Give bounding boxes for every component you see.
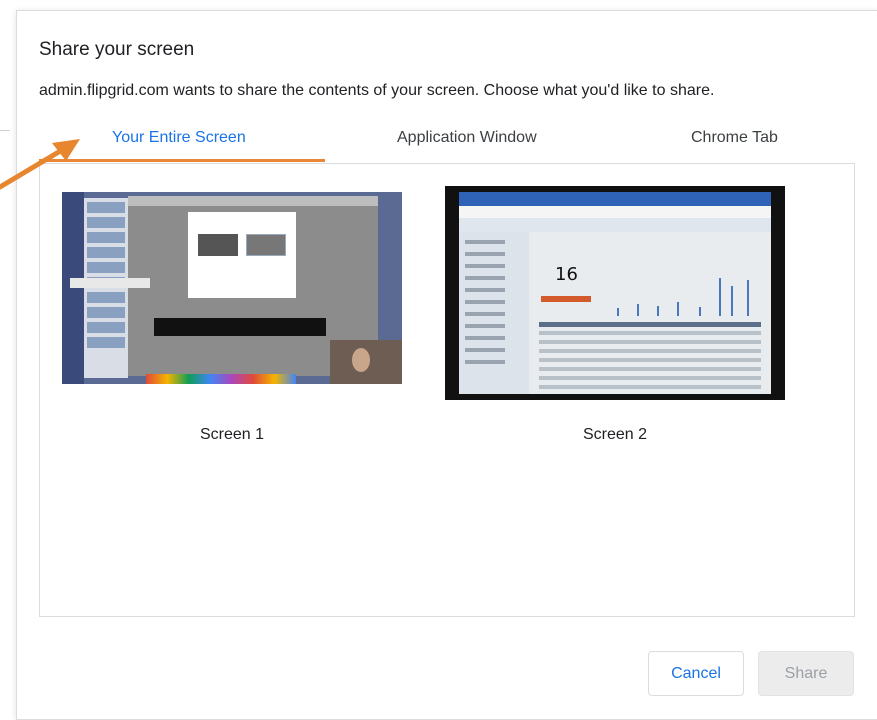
tab-application-window[interactable]: Application Window <box>397 129 537 147</box>
screen-2-preview-number: 16 <box>555 264 578 285</box>
source-tabs: Your Entire Screen Application Window Ch… <box>39 121 855 163</box>
dialog-title: Share your screen <box>39 39 195 60</box>
dialog-subtitle: admin.flipgrid.com wants to share the co… <box>39 82 715 99</box>
screen-1-thumbnail[interactable] <box>62 192 402 384</box>
screen-2-thumbnail[interactable]: 16 <box>445 186 785 400</box>
screen-list: Screen 1 16 Screen 2 <box>39 163 855 617</box>
share-screen-dialog: Share your screen admin.flipgrid.com wan… <box>16 10 877 720</box>
screen-2-label: Screen 2 <box>582 426 648 443</box>
screen-1-label: Screen 1 <box>199 426 265 443</box>
cancel-button[interactable]: Cancel <box>648 651 744 696</box>
tab-your-entire-screen[interactable]: Your Entire Screen <box>112 129 246 147</box>
screen-2-option[interactable]: 16 Screen 2 <box>445 186 785 443</box>
arrow-icon <box>0 139 80 190</box>
backdrop-divider <box>0 130 10 131</box>
screen-1-option[interactable]: Screen 1 <box>62 192 402 443</box>
share-button[interactable]: Share <box>758 651 854 696</box>
tab-chrome-tab[interactable]: Chrome Tab <box>691 129 778 147</box>
